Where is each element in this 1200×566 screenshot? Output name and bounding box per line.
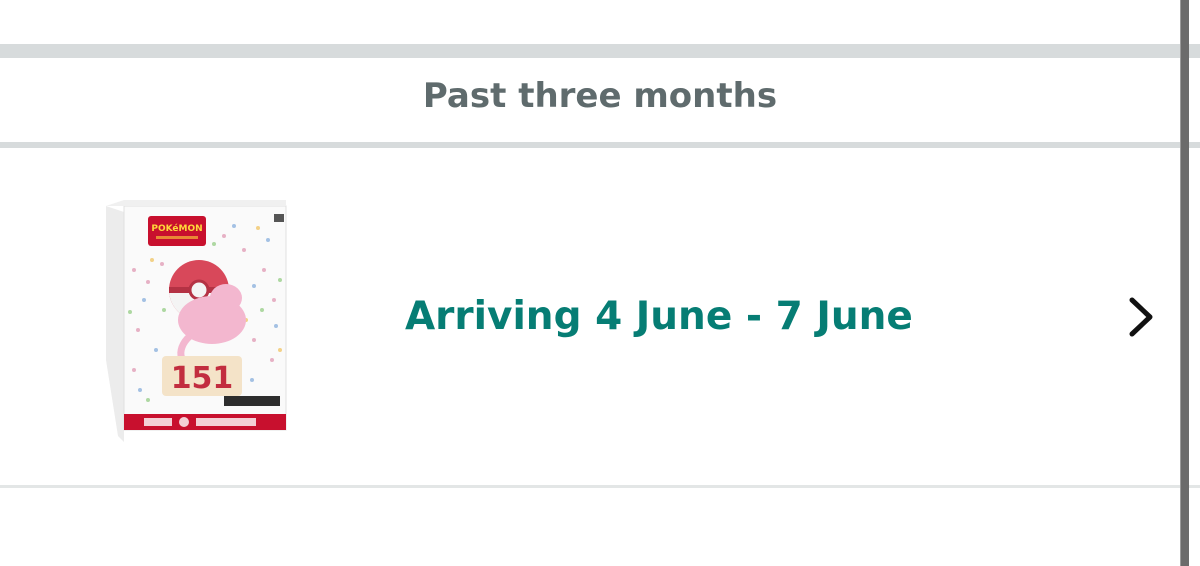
order-row[interactable]: POKéMON 151 Arriving 4 June - 7 June	[0, 148, 1200, 485]
section-title: Past three months	[422, 76, 778, 116]
arrival-status: Arriving 4 June - 7 June	[405, 294, 913, 339]
section-divider	[0, 44, 1200, 58]
row-divider	[0, 485, 1200, 488]
orders-screen: Past three months POKéMON 151 Arriving 4…	[0, 0, 1200, 566]
chevron-right-icon[interactable]	[1122, 294, 1162, 340]
section-header: Past three months	[0, 58, 1200, 142]
top-area	[0, 0, 1200, 44]
scrollbar[interactable]	[1180, 0, 1189, 566]
svg-text:151: 151	[171, 361, 234, 396]
product-image: POKéMON 151	[106, 200, 287, 442]
svg-text:POKéMON: POKéMON	[151, 223, 202, 234]
